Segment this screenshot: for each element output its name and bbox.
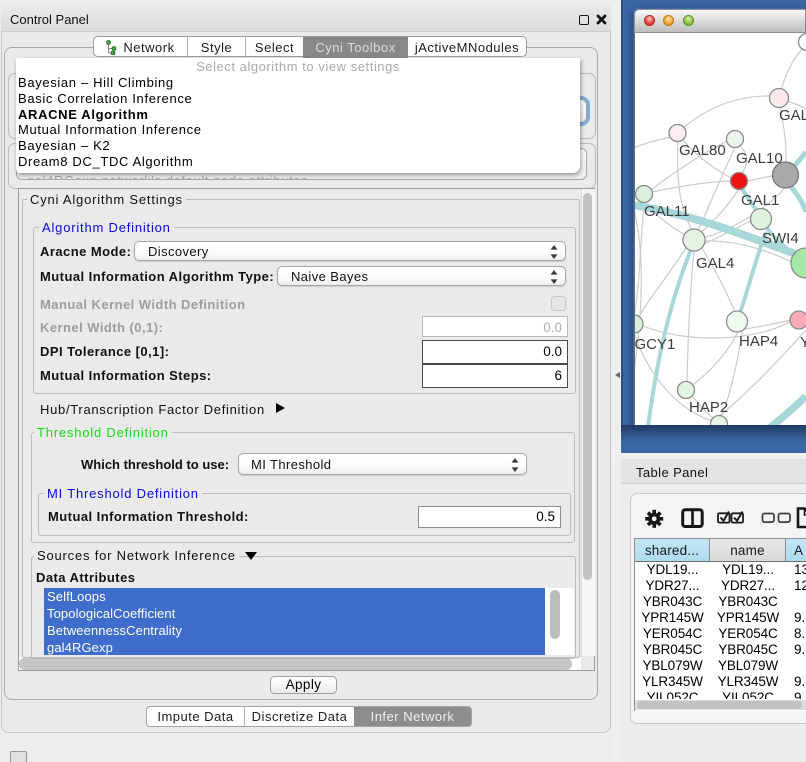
svg-text:GAL: GAL [779, 107, 806, 124]
svg-text:GAL1: GAL1 [741, 192, 779, 209]
svg-text:GCY1: GCY1 [635, 336, 675, 353]
svg-text:GAL4: GAL4 [696, 255, 734, 272]
svg-text:GAL80: GAL80 [679, 142, 726, 159]
svg-text:HAP4: HAP4 [739, 333, 778, 350]
svg-text:HAP2: HAP2 [689, 399, 728, 416]
svg-text:SWI4: SWI4 [762, 230, 799, 247]
svg-text:Y: Y [800, 334, 806, 351]
svg-text:GAL11: GAL11 [644, 203, 690, 220]
svg-text:GAL10: GAL10 [736, 150, 783, 167]
